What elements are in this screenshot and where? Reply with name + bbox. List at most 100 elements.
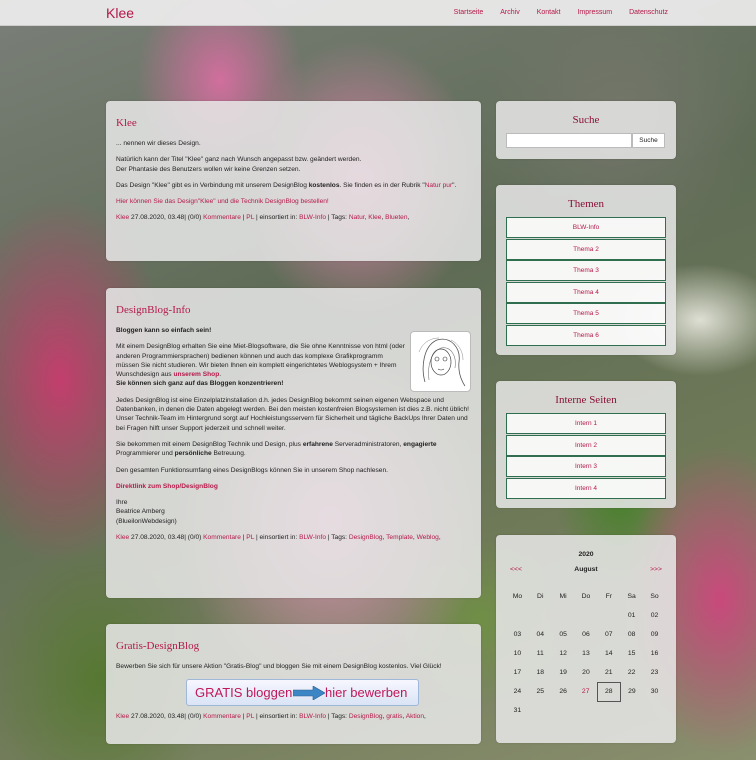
- calendar-day[interactable]: 12: [552, 644, 575, 663]
- calendar-day[interactable]: 11: [529, 644, 552, 663]
- calendar-day[interactable]: 08: [620, 625, 643, 644]
- theme-item[interactable]: BLW-Info: [506, 217, 666, 238]
- next-month-link[interactable]: >>>: [650, 566, 662, 573]
- post-text-line: Der Phantasie des Benutzers wollen wir k…: [116, 165, 301, 173]
- text-span: Betreuung.: [211, 450, 246, 458]
- permalink[interactable]: PL: [246, 534, 254, 541]
- calendar-day[interactable]: 02: [643, 606, 666, 625]
- portrait-icon: [418, 337, 466, 387]
- nav-impressum[interactable]: Impressum: [577, 9, 612, 16]
- nav-kontakt[interactable]: Kontakt: [537, 9, 561, 16]
- calendar-day[interactable]: 10: [506, 644, 529, 663]
- search-input[interactable]: [506, 133, 632, 148]
- bold-text: kostenlos: [308, 181, 340, 189]
- comments-link[interactable]: Kommentare: [203, 214, 241, 221]
- post-title[interactable]: DesignBlog-Info: [116, 304, 471, 316]
- natur-pur-link[interactable]: Natur pur: [425, 182, 453, 189]
- calendar-week-row: 17 18 19 20 21 22 23: [506, 663, 666, 682]
- author-link[interactable]: Klee: [116, 713, 129, 720]
- comment-count: (0/0): [187, 534, 204, 542]
- calendar-day[interactable]: 26: [552, 682, 575, 701]
- calendar-day[interactable]: 05: [552, 625, 575, 644]
- permalink[interactable]: PL: [246, 713, 254, 720]
- calendar-day[interactable]: 24: [506, 682, 529, 701]
- calendar-day[interactable]: 06: [575, 625, 598, 644]
- calendar-day[interactable]: 28: [596, 681, 621, 702]
- calendar-day[interactable]: 13: [575, 644, 598, 663]
- author-link[interactable]: Klee: [116, 214, 129, 221]
- calendar-day[interactable]: 20: [575, 663, 598, 682]
- permalink[interactable]: PL: [246, 214, 254, 221]
- calendar-day[interactable]: 01: [620, 606, 643, 625]
- internal-page-item[interactable]: Intern 4: [506, 477, 666, 499]
- theme-item[interactable]: Thema 2: [506, 238, 666, 260]
- internal-page-item[interactable]: Intern 1: [506, 413, 666, 434]
- calendar-day[interactable]: 17: [506, 663, 529, 682]
- calendar-day[interactable]: 14: [597, 644, 620, 663]
- tag-link[interactable]: DesignBlog: [349, 534, 383, 541]
- tag-link[interactable]: Natur: [349, 214, 365, 221]
- tag-link[interactable]: Klee: [368, 214, 381, 221]
- calendar-day[interactable]: 27: [575, 682, 598, 701]
- tag-link[interactable]: Template: [386, 534, 413, 541]
- tag-link[interactable]: Blueten: [385, 214, 407, 221]
- calendar-day[interactable]: 04: [529, 625, 552, 644]
- post-title[interactable]: Klee: [116, 117, 471, 129]
- weekday-label: Mi: [559, 593, 567, 600]
- post-text: Mit einem DesignBlog erhalten Sie eine M…: [116, 342, 406, 388]
- search-button[interactable]: Suche: [632, 133, 665, 148]
- calendar-day[interactable]: 30: [643, 682, 666, 701]
- tag-link[interactable]: Aktion: [406, 713, 424, 720]
- calendar-day[interactable]: 15: [620, 644, 643, 663]
- calendar-day[interactable]: 19: [552, 663, 575, 682]
- calendar-day[interactable]: 03: [506, 625, 529, 644]
- tag-link[interactable]: DesignBlog: [349, 713, 383, 720]
- nav-datenschutz[interactable]: Datenschutz: [629, 9, 668, 16]
- calendar-day[interactable]: 07: [597, 625, 620, 644]
- theme-item[interactable]: Thema 3: [506, 260, 666, 281]
- calendar-day[interactable]: 21: [597, 663, 620, 682]
- calendar-day[interactable]: 25: [529, 682, 552, 701]
- nav-startseite[interactable]: Startseite: [454, 9, 484, 16]
- gratis-blog-banner[interactable]: GRATIS bloggen hier bewerben: [186, 679, 419, 707]
- comments-link[interactable]: Kommentare: [203, 534, 241, 541]
- category-link[interactable]: BLW-Info: [299, 214, 326, 221]
- calendar-day[interactable]: 16: [643, 644, 666, 663]
- post-klee: Klee ... nennen wir dieses Design. Natür…: [106, 101, 481, 261]
- post-title[interactable]: Gratis-DesignBlog: [116, 640, 471, 652]
- shop-direct-link[interactable]: Direktlink zum Shop/DesignBlog: [116, 483, 218, 490]
- widget-title: Themen: [567, 198, 605, 210]
- calendar-day: [597, 606, 620, 625]
- calendar-day[interactable]: 23: [643, 663, 666, 682]
- calendar-day[interactable]: 18: [529, 663, 552, 682]
- internal-page-item[interactable]: Intern 2: [506, 434, 666, 456]
- category-link[interactable]: BLW-Info: [299, 713, 326, 720]
- category-link[interactable]: BLW-Info: [299, 534, 326, 541]
- post-text: Direktlink zum Shop/DesignBlog: [116, 482, 471, 491]
- post-text: Natürlich kann der Titel "Klee" ganz nac…: [116, 155, 471, 174]
- order-design-link[interactable]: Hier können Sie das Design"Klee" und die…: [116, 198, 329, 205]
- widget-title: Suche: [572, 114, 600, 126]
- category-label: einsortiert in:: [259, 713, 300, 721]
- tag-link[interactable]: gratis: [386, 713, 402, 720]
- theme-item[interactable]: Thema 5: [506, 303, 666, 324]
- arrow-right-icon: [293, 686, 325, 701]
- author-link[interactable]: Klee: [116, 534, 129, 541]
- calendar-day[interactable]: 29: [620, 682, 643, 701]
- calendar-day[interactable]: 09: [643, 625, 666, 644]
- calendar-day[interactable]: 31: [506, 701, 529, 720]
- bold-text: Sie können sich ganz auf das Bloggen kon…: [116, 380, 284, 388]
- tag-link[interactable]: Weblog: [417, 534, 439, 541]
- comments-link[interactable]: Kommentare: [203, 713, 241, 720]
- internal-page-item[interactable]: Intern 3: [506, 456, 666, 477]
- nav-archiv[interactable]: Archiv: [500, 9, 519, 16]
- site-brand[interactable]: Klee: [106, 5, 134, 21]
- theme-item[interactable]: Thema 6: [506, 324, 666, 346]
- tags-label: Tags:: [331, 214, 349, 222]
- post-gratis-designblog: Gratis-DesignBlog Bewerben Sie sich für …: [106, 624, 481, 744]
- calendar-day[interactable]: 22: [620, 663, 643, 682]
- prev-month-link[interactable]: <<<: [510, 566, 522, 573]
- theme-item[interactable]: Thema 4: [506, 281, 666, 303]
- shop-link[interactable]: unserem Shop: [173, 371, 219, 378]
- post-meta: Klee 27.08.2020, 03.48| (0/0) Kommentare…: [116, 534, 441, 542]
